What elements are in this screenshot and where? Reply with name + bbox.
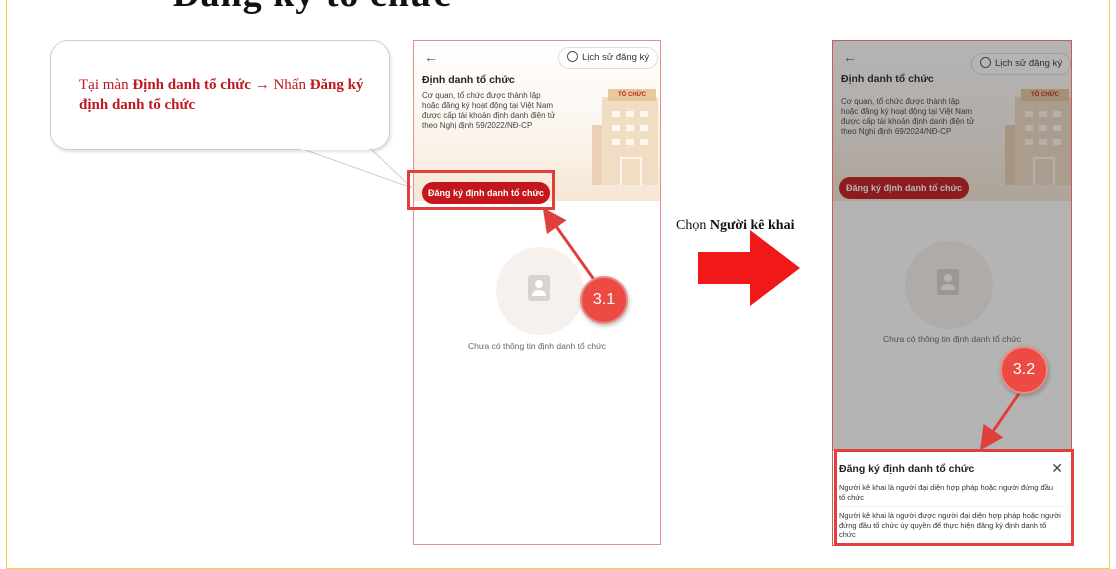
- step-instruction-prefix: Chọn: [676, 218, 710, 233]
- next-step-arrow: [698, 230, 800, 306]
- pointer-arrow-3-2: [979, 391, 1022, 451]
- step-instruction-target: Người kê khai: [709, 218, 795, 233]
- annotation-arrows: [542, 207, 1022, 451]
- pointer-arrow-3-1: [542, 207, 602, 289]
- step-instruction: Chọn Người kê khai: [676, 218, 794, 234]
- step-badge-3-2: 3.2: [1000, 346, 1048, 394]
- step-badge-3-1: 3.1: [580, 276, 628, 324]
